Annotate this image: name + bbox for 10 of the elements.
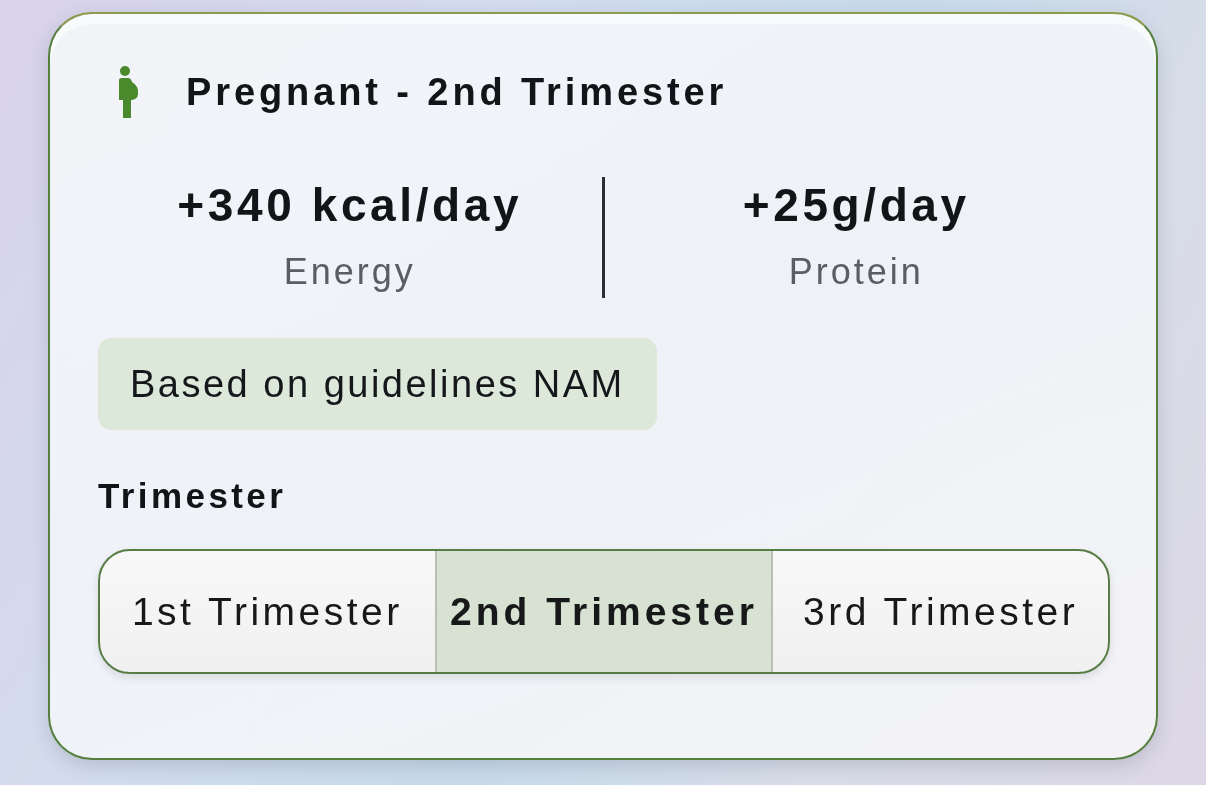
section-label: Trimester [98, 476, 287, 516]
trimester-segment[interactable]: 2nd Trimester [434, 551, 772, 672]
trimester-segment[interactable]: 3rd Trimester [771, 551, 1108, 672]
stat-value: +25g/day [742, 178, 970, 233]
stat-label: Protein [788, 250, 924, 294]
stat-value: +340 kcal/day [177, 178, 523, 233]
stat-label: Energy [283, 250, 416, 294]
guidelines-note: Based on guidelines NAM [98, 338, 657, 430]
trimester-segment[interactable]: 1st Trimester [100, 551, 435, 672]
card-title: Pregnant - 2nd Trimester [186, 70, 728, 115]
